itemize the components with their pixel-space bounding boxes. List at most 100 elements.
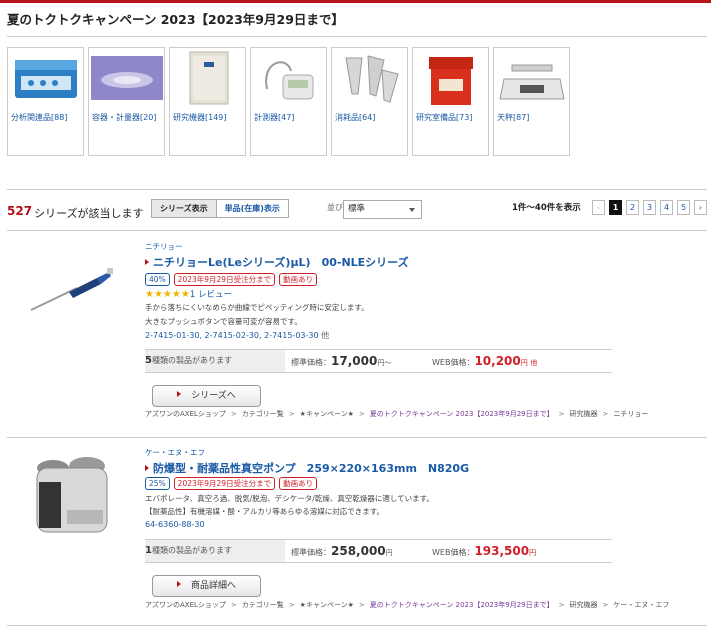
single-view-button[interactable]: 単品(在庫)表示: [216, 199, 289, 218]
web-price: WEB価格：10,200円 他: [432, 350, 537, 372]
arrow-right-icon: [145, 465, 149, 471]
product-item: ケー・エヌ・エフ 防爆型・耐薬品性真空ポンプ 259×220×163mm N82…: [7, 444, 707, 624]
series-view-button[interactable]: シリーズ表示: [151, 199, 217, 218]
standard-price-unit: 円～: [377, 359, 392, 367]
category-item-meters[interactable]: 計測器[47]: [250, 47, 327, 156]
web-price-label: WEB価格：: [432, 548, 475, 557]
product-description: 大きなプッシュボタンで容量可変が容易です。: [145, 317, 302, 326]
web-price-unit: 円: [520, 359, 528, 367]
divider: [7, 189, 707, 190]
category-label: 天秤[87]: [497, 113, 530, 122]
video-badge[interactable]: 動画あり: [279, 477, 318, 490]
arrow-right-icon: [176, 581, 181, 587]
category-item-consumables[interactable]: 消耗品[64]: [331, 47, 408, 156]
deadline-badge: 2023年9月29日受注分まで: [173, 477, 276, 490]
result-count: 527: [7, 204, 33, 218]
category-list: 分析関連品[88] 容器・計量器[20] 研究機器[149] 計測器[47] 消…: [7, 47, 574, 156]
product-description: 【耐薬品性】有機溶媒・酸・アルカリ等あらゆる溶媒に対応できます。: [145, 507, 384, 516]
standard-price: 標準価格：258,000円: [291, 540, 393, 562]
series-button[interactable]: シリーズへ: [152, 385, 261, 407]
variant-count-number: 1: [145, 545, 152, 556]
top-accent-line: [0, 0, 711, 3]
web-price-value: 10,200: [474, 354, 521, 368]
maker-name[interactable]: ケー・エヌ・エフ: [145, 447, 205, 458]
page-button[interactable]: 5: [677, 200, 690, 215]
rating: ★★★★★1 レビュー: [145, 288, 232, 300]
tube-icon: [332, 48, 407, 108]
breadcrumb-item[interactable]: 夏のトクトクキャンペーン 2023【2023年9月29日まで】: [370, 410, 554, 418]
prev-page-button[interactable]: ‹: [592, 200, 605, 215]
divider: [7, 625, 707, 626]
product-description: 手から落ちにくいなめらか曲線でピペッティング時に安定します。: [145, 303, 369, 312]
category-item-lab-equipment[interactable]: 研究機器[149]: [169, 47, 246, 156]
vacuum-pump-image[interactable]: [27, 452, 117, 547]
page-button[interactable]: 1: [609, 200, 622, 215]
badge-group: 25% 2023年9月29日受注分まで 動画あり: [145, 477, 318, 490]
deadline-badge: 2023年9月29日受注分まで: [173, 273, 276, 286]
page-button[interactable]: 4: [660, 200, 673, 215]
product-detail-button-label: 商品詳細へ: [190, 581, 236, 591]
category-item-analysis[interactable]: 分析関連品[88]: [7, 47, 84, 156]
codes-more: 他: [321, 331, 330, 340]
review-link[interactable]: 1 レビュー: [190, 290, 232, 300]
product-description: エバポレータ、真空ろ過、脱気/脱泡、デシケータ/乾燥、真空乾燥器に適しています。: [145, 494, 434, 503]
divider: [7, 36, 707, 37]
breadcrumb-item[interactable]: 研究機器: [570, 410, 598, 418]
standard-price-label: 標準価格：: [291, 358, 331, 367]
product-codes: 2-7415-01-30, 2-7415-02-30, 2-7415-03-30…: [145, 330, 329, 341]
product-code-links[interactable]: 2-7415-01-30, 2-7415-02-30, 2-7415-03-30: [145, 331, 319, 340]
category-item-containers[interactable]: 容器・計量器[20]: [88, 47, 165, 156]
product-name-link[interactable]: ニチリョーLe(Leシリーズ)μL) 00-NLEシリーズ: [145, 254, 409, 270]
result-range: 1件～40件を表示: [512, 203, 581, 213]
web-price-value: 193,500: [474, 544, 530, 558]
breadcrumb-item[interactable]: アズワンのAXELショップ: [145, 601, 226, 609]
series-button-label: シリーズへ: [191, 391, 236, 401]
category-label: 容器・計量器[20]: [92, 113, 157, 122]
price-info: 1種類の製品があります 標準価格：258,000円 WEB価格：193,500円: [145, 539, 612, 563]
page-button[interactable]: 2: [626, 200, 639, 215]
variant-count: 1種類の製品があります: [145, 540, 285, 562]
badge-group: 40% 2023年9月29日受注分まで 動画あり: [145, 273, 318, 286]
breadcrumb-item[interactable]: カテゴリ一覧: [242, 601, 284, 609]
meter-icon: [251, 48, 326, 108]
standard-price-label: 標準価格：: [291, 548, 331, 557]
pipette-image[interactable]: [27, 266, 117, 319]
web-price: WEB価格：193,500円: [432, 540, 536, 562]
category-label: 研究室備品[73]: [416, 113, 473, 122]
sort-select[interactable]: 標準: [343, 200, 422, 219]
product-name: ニチリョーLe(Leシリーズ)μL) 00-NLEシリーズ: [153, 256, 409, 269]
breadcrumb-item[interactable]: ★キャンペーン★: [300, 410, 354, 418]
video-badge[interactable]: 動画あり: [279, 273, 318, 286]
breadcrumb-item[interactable]: 夏のトクトクキャンペーン 2023【2023年9月29日まで】: [370, 601, 554, 609]
result-count-text: シリーズが該当します: [34, 207, 144, 220]
breadcrumb-item[interactable]: カテゴリ一覧: [242, 410, 284, 418]
chevron-down-icon: [409, 208, 415, 212]
variant-count-number: 5: [145, 355, 152, 366]
breadcrumb-item[interactable]: アズワンのAXELショップ: [145, 410, 226, 418]
sharps-container-icon: [413, 48, 488, 108]
category-item-balances[interactable]: 天秤[87]: [493, 47, 570, 156]
product-codes: 64-6360-88-30: [145, 520, 205, 529]
breadcrumb-item[interactable]: 研究機器: [570, 601, 598, 609]
breadcrumb-item[interactable]: ★キャンペーン★: [300, 601, 354, 609]
standard-price-value: 258,000: [331, 544, 386, 558]
lab-equipment-icon: [170, 48, 245, 108]
results-toolbar: 527 シリーズが該当します シリーズ表示 単品(在庫)表示 並び替え： 標準 …: [7, 199, 707, 223]
product-name-link[interactable]: 防爆型・耐薬品性真空ポンプ 259×220×163mm N820G: [145, 460, 469, 476]
maker-name[interactable]: ニチリョー: [145, 241, 183, 252]
container-icon: [89, 48, 164, 108]
web-price-label: WEB価格：: [432, 358, 475, 367]
breadcrumb-item[interactable]: ケー・エヌ・エフ: [613, 601, 669, 609]
category-label: 消耗品[64]: [335, 113, 376, 122]
divider: [7, 437, 707, 438]
arrow-right-icon: [177, 391, 182, 397]
page-button[interactable]: 3: [643, 200, 656, 215]
product-code-links[interactable]: 64-6360-88-30: [145, 520, 205, 529]
page-title: 夏のトクトクキャンペーン 2023【2023年9月29日まで】: [7, 12, 344, 27]
product-detail-button[interactable]: 商品詳細へ: [152, 575, 261, 597]
breadcrumb-item[interactable]: ニチリョー: [613, 410, 648, 418]
next-page-button[interactable]: ›: [694, 200, 707, 215]
view-toggle: シリーズ表示 単品(在庫)表示: [151, 199, 289, 218]
arrow-right-icon: [145, 259, 149, 265]
category-item-lab-supplies[interactable]: 研究室備品[73]: [412, 47, 489, 156]
